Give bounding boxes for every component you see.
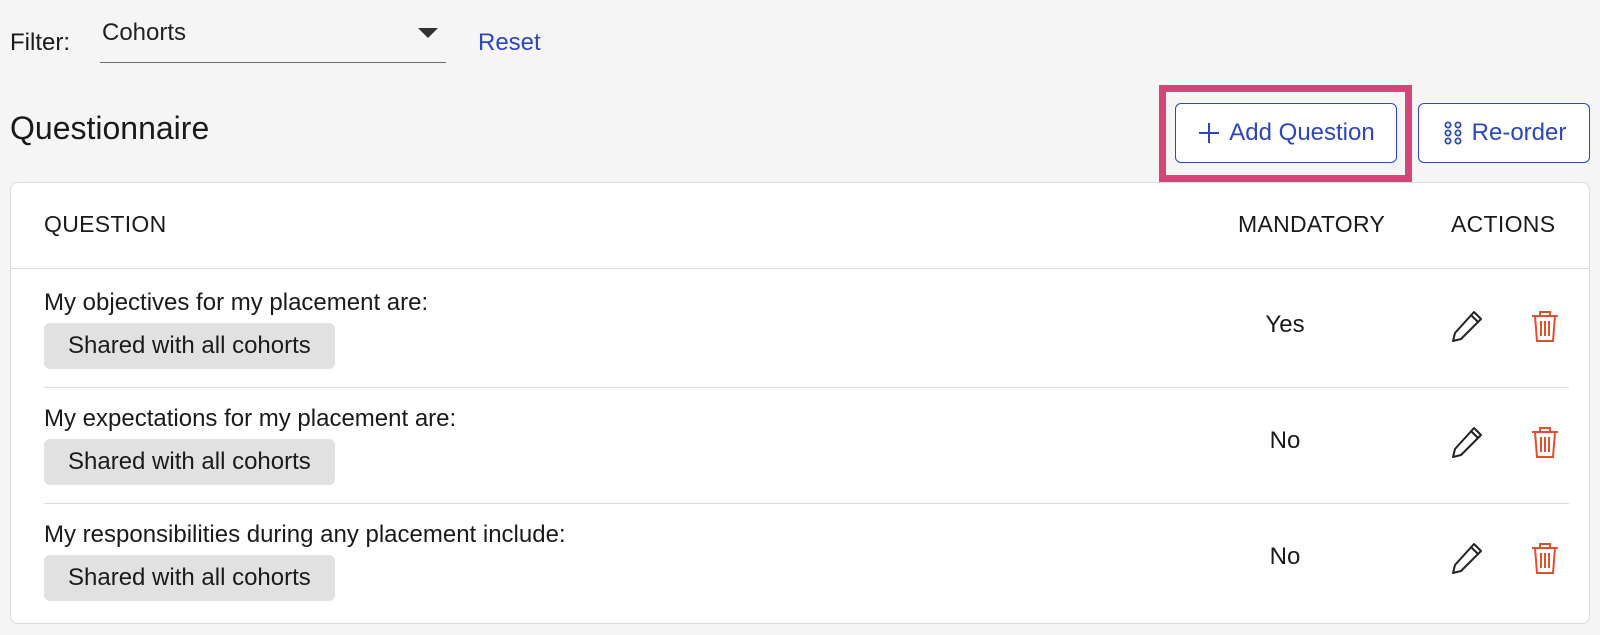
table-row: My objectives for my placement are: Shar… <box>44 269 1569 388</box>
mandatory-value: Yes <box>1265 311 1305 338</box>
filter-bar: Filter: Cohorts Reset <box>10 14 541 64</box>
page-title: Questionnaire <box>10 110 210 146</box>
shared-badge: Shared with all cohorts <box>44 439 335 485</box>
column-header-question: QUESTION <box>44 211 167 237</box>
mandatory-value: No <box>1269 543 1301 570</box>
question-text: My responsibilities during any placement… <box>44 521 566 548</box>
cohort-filter-dropdown[interactable]: Cohorts <box>100 15 446 63</box>
table-row: My expectations for my placement are: Sh… <box>44 385 1569 504</box>
shared-badge: Shared with all cohorts <box>44 555 335 601</box>
table-row: My responsibilities during any placement… <box>44 501 1569 619</box>
questions-table: QUESTION MANDATORY ACTIONS My objectives… <box>10 182 1590 624</box>
reorder-button[interactable]: Re-order <box>1418 103 1590 163</box>
plus-icon <box>1197 121 1221 145</box>
grid-dots-icon <box>1442 120 1464 146</box>
reset-link[interactable]: Reset <box>478 29 541 57</box>
trash-icon[interactable] <box>1524 537 1566 579</box>
trash-icon[interactable] <box>1524 305 1566 347</box>
column-header-mandatory: MANDATORY <box>1238 211 1386 237</box>
question-text: My expectations for my placement are: <box>44 405 457 432</box>
filter-selected-value: Cohorts <box>102 19 187 46</box>
mandatory-value: No <box>1269 427 1301 454</box>
filter-label: Filter: <box>10 29 70 56</box>
reorder-label: Re-order <box>1471 119 1567 146</box>
trash-icon[interactable] <box>1524 421 1566 463</box>
shared-badge: Shared with all cohorts <box>44 323 335 369</box>
chevron-down-icon <box>418 28 438 38</box>
add-question-label: Add Question <box>1229 119 1375 146</box>
question-text: My objectives for my placement are: <box>44 289 429 316</box>
add-question-button[interactable]: Add Question <box>1175 103 1397 163</box>
table-header: QUESTION MANDATORY ACTIONS <box>11 183 1589 269</box>
pencil-icon[interactable] <box>1446 537 1488 579</box>
column-header-actions: ACTIONS <box>1451 211 1556 237</box>
pencil-icon[interactable] <box>1446 421 1488 463</box>
questionnaire-page: Filter: Cohorts Reset Questionnaire Add … <box>0 0 1600 635</box>
pencil-icon[interactable] <box>1446 305 1488 347</box>
